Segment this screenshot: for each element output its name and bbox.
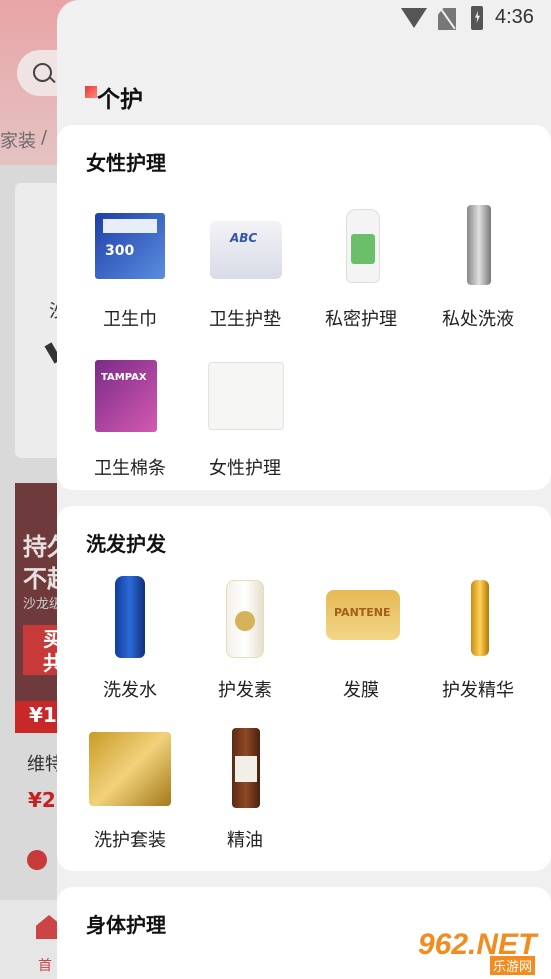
hair-serum-image xyxy=(443,576,513,656)
section-hair-care: 洗发护发 洗发水 护发素 PANTENE 发膜 护发精华 洗护套装 精油 xyxy=(57,506,551,871)
intimate-care-bottle-image xyxy=(326,205,396,285)
category-item-intimate-care[interactable]: 私密护理 xyxy=(303,205,419,335)
panty-liner-image: ABC xyxy=(210,205,282,285)
sanitary-pad-box-image: 300 xyxy=(95,205,165,285)
category-item-tampons[interactable]: TAMPAX 卫生棉条 xyxy=(72,354,188,484)
status-bar: 4:36 xyxy=(57,0,551,38)
category-item-panty-liners[interactable]: ABC 卫生护垫 xyxy=(187,205,303,335)
category-item-hair-care-kit[interactable]: 洗护套装 xyxy=(72,726,188,856)
search-icon xyxy=(33,63,52,82)
background-logo-icon xyxy=(27,850,47,870)
feminine-wipes-image xyxy=(208,354,284,434)
category-item-hair-mask[interactable]: PANTENE 发膜 xyxy=(303,576,419,706)
hair-care-kit-image xyxy=(89,726,171,806)
category-item-essential-oil[interactable]: 精油 xyxy=(187,726,303,856)
category-item-hair-serum[interactable]: 护发精华 xyxy=(420,576,536,706)
conditioner-bottle-image xyxy=(210,576,280,658)
wifi-icon xyxy=(401,8,427,28)
category-item-sanitary-pads[interactable]: 300 卫生巾 xyxy=(72,205,188,335)
category-item-intimate-wash[interactable]: 私处洗液 xyxy=(420,205,536,335)
title-accent-icon xyxy=(85,86,97,98)
section-title: 洗发护发 xyxy=(86,532,166,556)
section-feminine-care: 女性护理 300 卫生巾 ABC 卫生护垫 私密护理 私处洗液 TAMPAX 卫… xyxy=(57,125,551,490)
essential-oil-bottle-image xyxy=(210,726,280,808)
section-title: 女性护理 xyxy=(86,151,166,175)
no-sim-icon xyxy=(438,8,456,30)
watermark-logo: 962.NET 乐游网 xyxy=(418,928,537,975)
background-category-tab: 家装 xyxy=(0,131,36,152)
category-item-conditioner[interactable]: 护发素 xyxy=(187,576,303,706)
category-drawer[interactable]: 4:36 个护 女性护理 300 卫生巾 ABC 卫生护垫 私密护理 私处洗液 … xyxy=(57,0,551,979)
tampon-box-image: TAMPAX xyxy=(95,354,165,434)
battery-charging-icon xyxy=(471,6,483,30)
status-time: 4:36 xyxy=(495,6,534,28)
intimate-wash-bottle-image xyxy=(443,205,513,285)
category-item-feminine-care[interactable]: 女性护理 xyxy=(187,354,303,484)
category-item-shampoo[interactable]: 洗发水 xyxy=(72,576,188,706)
hair-mask-jar-image: PANTENE xyxy=(326,576,400,656)
shampoo-bottle-image xyxy=(95,576,165,658)
section-title: 身体护理 xyxy=(86,913,166,937)
background-product-price: ¥2 xyxy=(28,788,56,812)
